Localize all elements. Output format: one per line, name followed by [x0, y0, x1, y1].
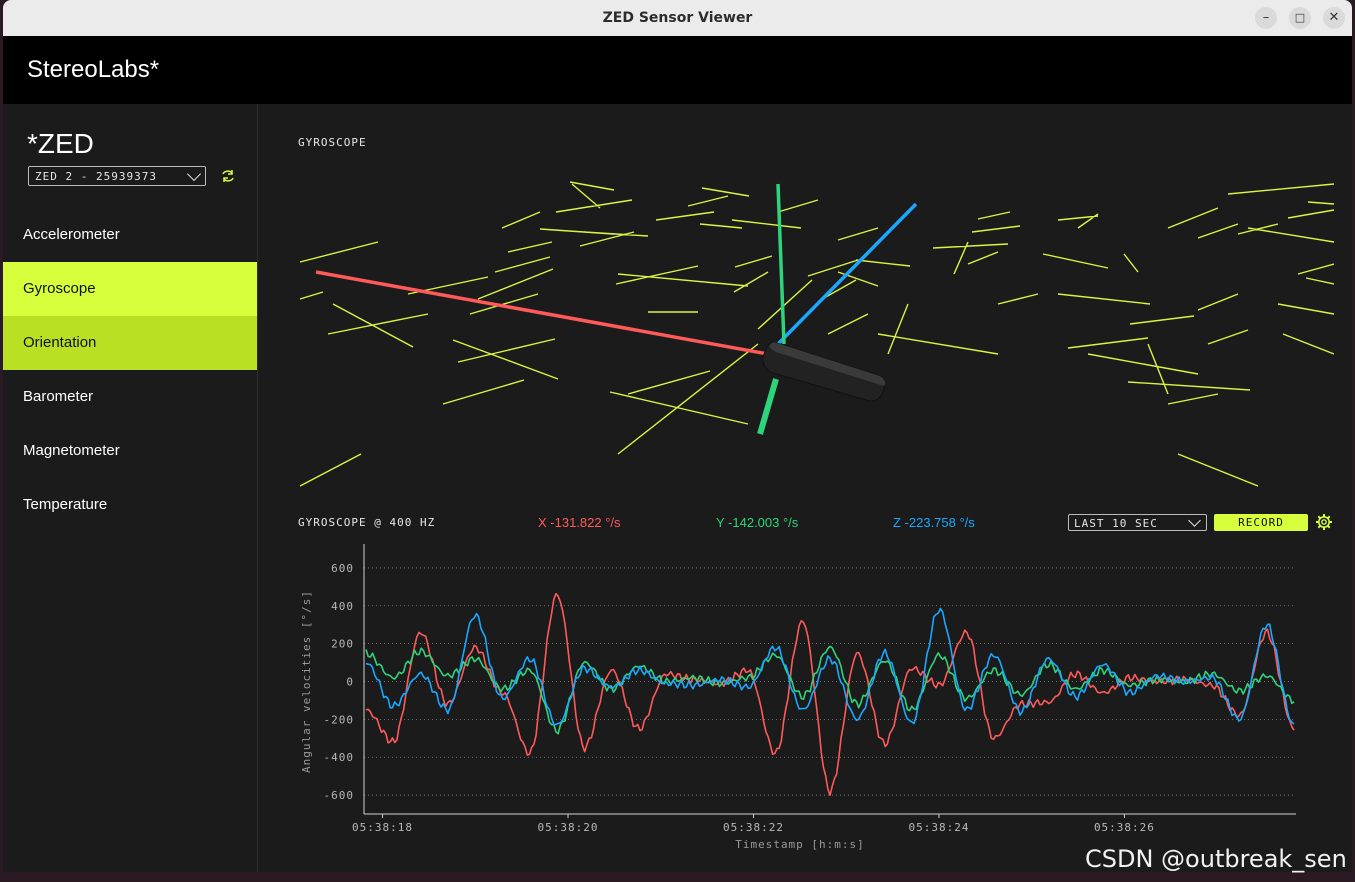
app-window: ZED Sensor Viewer – □ ✕ StereoLabs* *ZED…: [3, 0, 1352, 872]
plot-label: GYROSCOPE @ 400 HZ: [298, 516, 436, 529]
z-readout: Z -223.758 °/s: [893, 515, 975, 530]
close-button[interactable]: ✕: [1323, 7, 1345, 29]
minimize-button[interactable]: –: [1255, 7, 1277, 29]
maximize-button[interactable]: □: [1289, 7, 1311, 29]
series-line-z: [365, 607, 1295, 726]
y-tick-label: -600: [324, 789, 355, 802]
title-bar[interactable]: ZED Sensor Viewer – □ ✕: [3, 0, 1352, 37]
watermark: CSDN @outbreak_sen: [1085, 845, 1347, 873]
camera-model: [762, 341, 886, 402]
y-tick-label: -200: [324, 713, 355, 726]
series-line-x: [365, 592, 1295, 797]
x-tick-label: 05:38:20: [538, 821, 599, 834]
x-tick-label: 05:38:22: [723, 821, 784, 834]
y-tick-label: 600: [331, 562, 354, 575]
refresh-icon[interactable]: [220, 168, 236, 184]
x-tick-label: 05:38:26: [1094, 821, 1155, 834]
sidebar-item-barometer[interactable]: Barometer: [3, 370, 257, 424]
scene-label: GYROSCOPE: [298, 136, 367, 149]
time-range-value: LAST 10 SEC: [1074, 517, 1158, 530]
sidebar: *ZED ZED 2 - 25939373 Accelerometer Gyro…: [3, 104, 258, 872]
time-range-select[interactable]: LAST 10 SEC: [1068, 514, 1207, 531]
y-tick-label: 200: [331, 638, 354, 651]
window-title: ZED Sensor Viewer: [602, 10, 753, 26]
sidebar-item-gyroscope[interactable]: Gyroscope: [3, 262, 257, 316]
x-tick-label: 05:38:18: [352, 821, 413, 834]
x-readout: X -131.822 °/s: [538, 515, 621, 530]
device-select[interactable]: ZED 2 - 25939373: [28, 166, 206, 186]
device-title: *ZED: [27, 128, 94, 159]
x-axis-label: Timestamp [h:m:s]: [735, 838, 865, 851]
device-select-value: ZED 2 - 25939373: [35, 170, 157, 183]
sidebar-item-orientation[interactable]: Orientation: [3, 316, 257, 370]
y-readout: Y -142.003 °/s: [716, 515, 799, 530]
chevron-down-icon: [1188, 514, 1201, 527]
y-tick-label: -400: [324, 751, 355, 764]
gyroscope-line-chart[interactable]: 600 400 200 0 -200 -400 -600 05:38:18 05:38:20 05…: [296, 539, 1306, 857]
x-tick-label: 05:38:24: [908, 821, 969, 834]
floor-grid: [299, 181, 1334, 487]
brand-logo: StereoLabs*: [27, 56, 160, 83]
gyroscope-3d-view[interactable]: [298, 164, 1334, 494]
sidebar-item-temperature[interactable]: Temperature: [3, 478, 257, 532]
sidebar-item-accelerometer[interactable]: Accelerometer: [3, 208, 257, 262]
gear-icon[interactable]: [1315, 513, 1333, 531]
main-panel: GYROSCOPE GYROSCOPE @ 400 HZ X -131.822 …: [258, 104, 1352, 872]
app-header: StereoLabs*: [3, 36, 1352, 104]
record-button[interactable]: RECORD: [1214, 514, 1308, 531]
y-axis-negative-line: [757, 378, 779, 435]
chevron-down-icon: [186, 166, 202, 182]
y-axis-line: [776, 183, 786, 345]
y-axis-label: Angular velocities [°/s]: [300, 590, 313, 773]
y-tick-label: 400: [331, 600, 354, 613]
sidebar-item-magnetometer[interactable]: Magnetometer: [3, 424, 257, 478]
y-tick-label: 0: [346, 676, 354, 689]
